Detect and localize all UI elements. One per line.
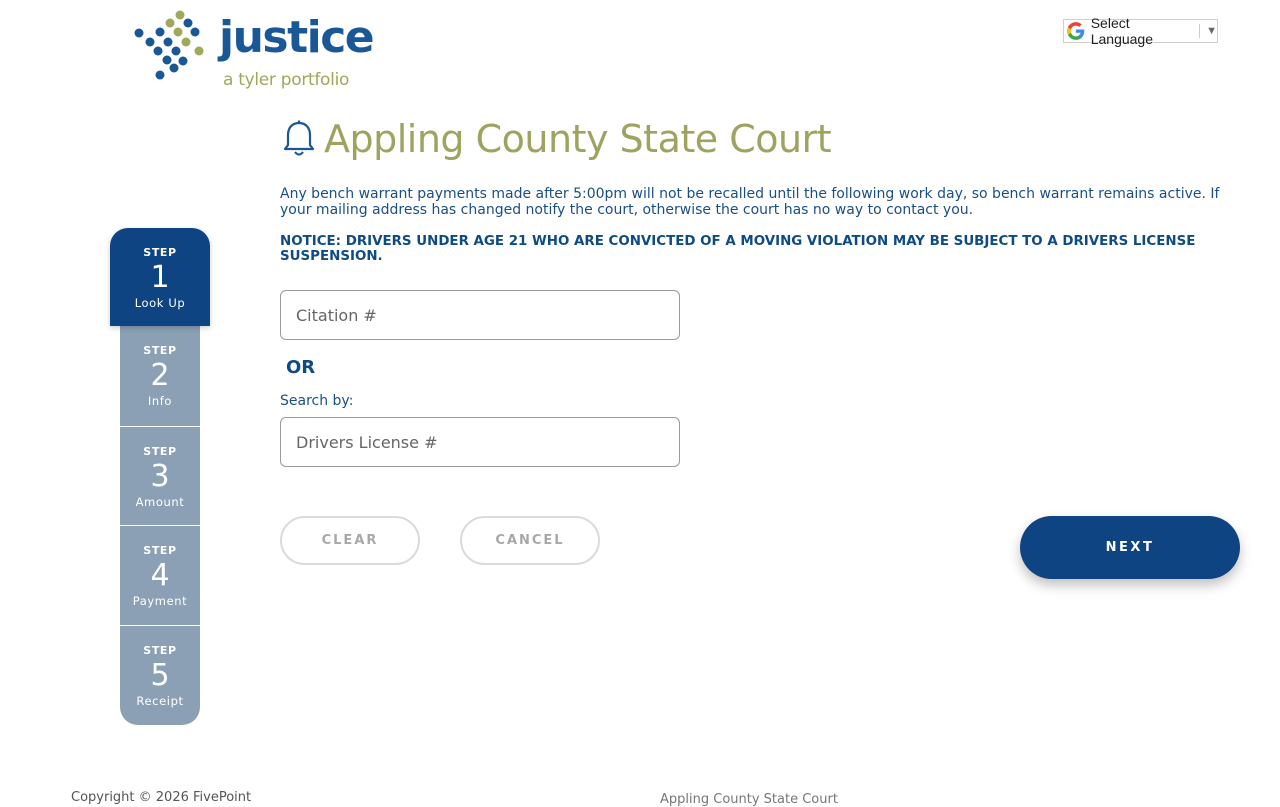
clear-button[interactable]: CLEAR <box>280 516 420 565</box>
notice-text: NOTICE: DRIVERS UNDER AGE 21 WHO ARE CON… <box>280 234 1196 264</box>
step-label: STEP <box>143 246 177 259</box>
language-divider <box>1199 24 1201 38</box>
step-number: 4 <box>150 558 170 593</box>
step-name: Receipt <box>136 694 184 708</box>
footer-copyright: Copyright © 2026 FivePoint <box>71 790 252 805</box>
page-title: Appling County State Court <box>324 117 832 161</box>
google-icon <box>1067 22 1085 40</box>
step-label: STEP <box>143 544 177 557</box>
payment-info-text: Any bench warrant payments made after 5:… <box>280 186 1220 218</box>
step-label: STEP <box>143 344 177 357</box>
or-separator: OR <box>286 357 316 378</box>
page-header: Appling County State Court <box>282 117 832 161</box>
next-button[interactable]: NEXT <box>1020 516 1240 579</box>
search-by-label: Search by: <box>280 393 354 409</box>
step-1-look-up: STEP 1 Look Up <box>110 228 210 326</box>
logo-tagline: a tyler portfolio <box>223 70 350 90</box>
language-select-label: Select Language <box>1090 15 1154 47</box>
step-name: Look Up <box>134 296 186 310</box>
cancel-button[interactable]: CANCEL <box>460 516 600 565</box>
logo-wordmark: justice <box>219 12 375 63</box>
step-name: Payment <box>132 594 188 608</box>
logo-dots-icon <box>134 10 204 80</box>
step-number: 1 <box>150 260 170 295</box>
language-select[interactable]: Select Language ▼ <box>1063 15 1218 47</box>
step-name: Info <box>147 394 173 408</box>
chevron-down-icon: ▼ <box>1206 25 1217 37</box>
step-number: 3 <box>150 459 170 494</box>
step-4-payment: STEP 4 Payment <box>120 526 200 625</box>
bell-icon <box>283 120 315 156</box>
drivers-license-input[interactable] <box>280 417 680 467</box>
step-3-amount: STEP 3 Amount <box>120 427 200 525</box>
step-label: STEP <box>143 644 177 657</box>
step-2-info: STEP 2 Info <box>120 326 200 426</box>
step-5-receipt: STEP 5 Receipt <box>120 626 200 725</box>
step-name: Amount <box>135 495 185 509</box>
step-label: STEP <box>143 445 177 458</box>
citation-input[interactable] <box>280 290 680 340</box>
justice-logo: justice a tyler portfolio <box>133 8 375 98</box>
step-number: 5 <box>150 658 170 693</box>
step-number: 2 <box>150 358 170 393</box>
